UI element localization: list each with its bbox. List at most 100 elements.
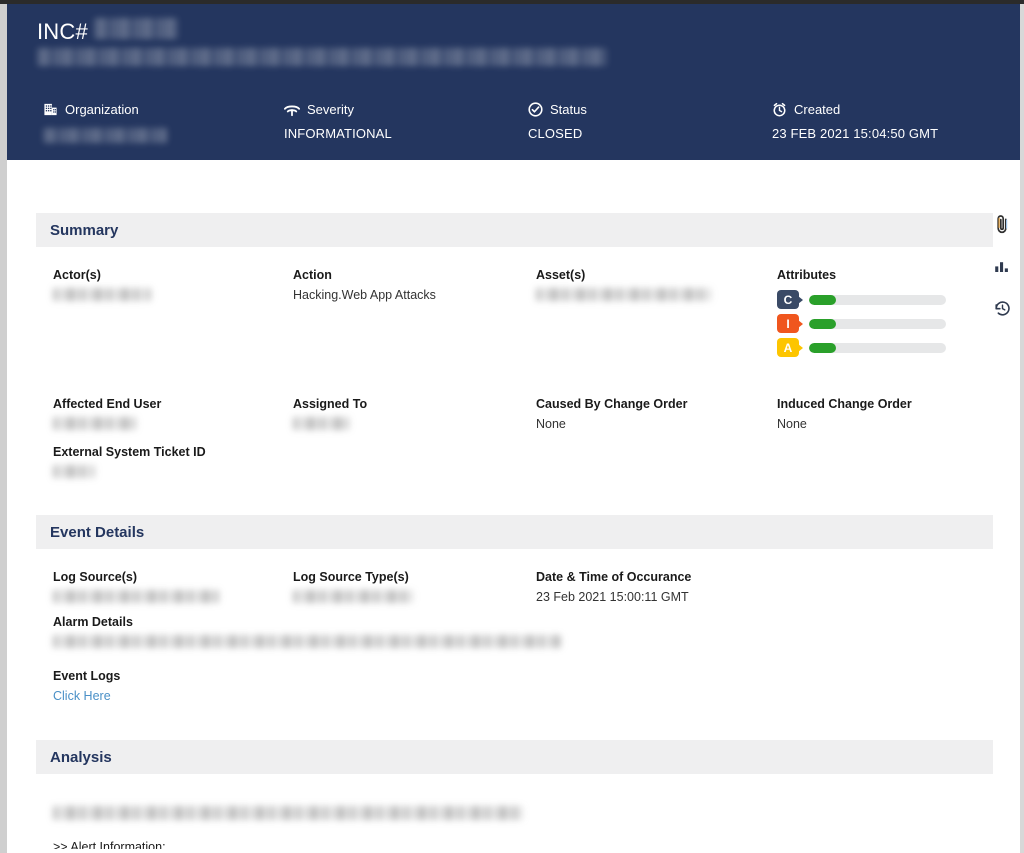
meta-status: Status CLOSED [528, 100, 587, 142]
field-assigned-to-label: Assigned To [293, 397, 368, 411]
analysis-alert-information: >> Alert Information: [53, 840, 166, 849]
history-clock-icon[interactable] [991, 297, 1013, 319]
left-gutter-strip [0, 4, 7, 853]
event-details-section-bar: Event Details [36, 515, 993, 549]
field-induced-change-order-value: None [777, 417, 807, 431]
field-log-source-types: Log Source Type(s) [293, 570, 413, 603]
field-event-logs: Event Logs Click Here [53, 669, 120, 703]
attribute-fill-integrity [809, 318, 837, 329]
event-logs-click-here-link[interactable]: Click Here [53, 689, 120, 703]
meta-organization-header: Organization [43, 100, 167, 118]
meta-status-value: CLOSED [528, 126, 583, 141]
meta-severity-value: INFORMATIONAL [284, 126, 392, 141]
attribute-badge-availability: A [777, 338, 803, 357]
attribute-row-integrity: I [777, 314, 946, 333]
event-details-section: Event Details Log Source(s) Log Source T… [36, 515, 993, 739]
field-alarm-details-value-redacted [53, 635, 561, 648]
meta-status-label: Status [550, 101, 587, 117]
incident-subtitle-redacted [37, 48, 607, 66]
field-external-system-ticket-id: External System Ticket ID [53, 445, 206, 478]
field-affected-end-user-value-redacted [53, 417, 136, 430]
building-icon [43, 102, 58, 117]
field-alarm-details-label: Alarm Details [53, 615, 133, 629]
field-date-time-of-occurance: Date & Time of Occurance 23 Feb 2021 15:… [536, 570, 691, 604]
incident-body: Summary Actor(s) Action Hacking.Web App … [7, 160, 1020, 849]
check-circle-icon [528, 101, 543, 117]
attribute-key-availability: A [783, 340, 793, 355]
event-details-section-title: Event Details [50, 523, 145, 541]
summary-section-title: Summary [50, 221, 119, 239]
analysis-section-body: >> Alert Information: [36, 774, 993, 849]
analysis-section: Analysis >> Alert Information: [36, 740, 993, 849]
incident-number-label: INC# [37, 19, 88, 44]
meta-created-label: Created [794, 101, 841, 117]
meta-created-value: 23 FEB 2021 15:04:50 GMT [772, 126, 939, 141]
meta-status-header: Status [528, 100, 587, 118]
field-log-source-types-value-redacted [293, 590, 413, 603]
right-action-rail [988, 213, 1016, 319]
field-caused-by-change-order-value: None [536, 417, 566, 431]
field-affected-end-user-label: Affected End User [53, 397, 162, 411]
field-attributes: Attributes C I A [777, 268, 946, 362]
field-affected-end-user: Affected End User [53, 397, 161, 430]
field-assets-label: Asset(s) [536, 268, 586, 282]
field-caused-by-change-order: Caused By Change Order None [536, 397, 687, 431]
field-event-logs-label: Event Logs [53, 669, 121, 683]
field-assets: Asset(s) [536, 268, 711, 301]
field-assigned-to: Assigned To [293, 397, 367, 430]
right-scrollbar-gutter[interactable] [1020, 4, 1024, 853]
incident-detail-page: INC# Organization Severity INFORMATIONAL… [0, 0, 1024, 853]
incident-meta-row: Organization Severity INFORMATIONAL Stat… [7, 100, 1020, 156]
field-external-system-ticket-id-label: External System Ticket ID [53, 445, 206, 459]
field-action-label: Action [293, 268, 332, 282]
field-date-time-of-occurance-value: 23 Feb 2021 15:00:11 GMT [536, 590, 689, 604]
meta-created: Created 23 FEB 2021 15:04:50 GMT [772, 100, 939, 142]
attribute-fill-confidentiality [809, 294, 837, 305]
alarm-clock-icon [772, 102, 787, 117]
attribute-track-integrity [809, 318, 946, 329]
field-action-value: Hacking.Web App Attacks [293, 288, 436, 302]
analysis-section-bar: Analysis [36, 740, 993, 774]
attribute-key-confidentiality: C [783, 292, 793, 307]
analysis-summary-redacted [53, 806, 523, 820]
meta-severity: Severity INFORMATIONAL [284, 100, 392, 141]
bar-chart-icon[interactable] [991, 255, 1013, 277]
field-induced-change-order: Induced Change Order None [777, 397, 912, 431]
attribute-track-availability [809, 342, 946, 353]
event-details-section-body: Log Source(s) Log Source Type(s) Date & … [36, 549, 993, 739]
field-log-sources-value-redacted [53, 590, 219, 603]
field-date-time-of-occurance-label: Date & Time of Occurance [536, 570, 692, 584]
meta-organization-value-redacted [43, 128, 167, 143]
attribute-track-confidentiality [809, 294, 946, 305]
analysis-section-title: Analysis [50, 748, 112, 766]
summary-section: Summary Actor(s) Action Hacking.Web App … [36, 213, 993, 497]
field-attributes-label: Attributes [777, 268, 837, 282]
field-log-source-types-label: Log Source Type(s) [293, 570, 409, 584]
meta-organization: Organization [43, 100, 167, 143]
incident-title: INC# [37, 18, 178, 45]
incident-header: INC# Organization Severity INFORMATIONAL… [7, 4, 1020, 160]
field-actors-label: Actor(s) [53, 268, 101, 282]
attribute-key-integrity: I [786, 316, 790, 331]
field-assets-value-redacted [536, 288, 711, 301]
attribute-row-availability: A [777, 338, 946, 357]
field-alarm-details: Alarm Details [53, 615, 561, 648]
attributes-list: C I A [777, 290, 946, 357]
field-caused-by-change-order-label: Caused By Change Order [536, 397, 688, 411]
incident-number-value-redacted [93, 18, 178, 39]
meta-created-header: Created [772, 100, 938, 118]
severity-gauge-icon [284, 102, 300, 117]
field-assigned-to-value-redacted [293, 417, 349, 430]
field-log-sources: Log Source(s) [53, 570, 219, 603]
paperclip-icon[interactable] [991, 213, 1013, 235]
field-action: Action Hacking.Web App Attacks [293, 268, 436, 302]
attribute-badge-confidentiality: C [777, 290, 803, 309]
field-actors-value-redacted [53, 288, 151, 301]
field-actors: Actor(s) [53, 268, 151, 301]
attribute-row-confidentiality: C [777, 290, 946, 309]
attribute-badge-integrity: I [777, 314, 803, 333]
summary-section-body: Actor(s) Action Hacking.Web App Attacks … [36, 247, 993, 497]
attribute-fill-availability [809, 342, 837, 353]
meta-severity-label: Severity [307, 101, 354, 117]
field-external-system-ticket-id-value-redacted [53, 465, 95, 478]
